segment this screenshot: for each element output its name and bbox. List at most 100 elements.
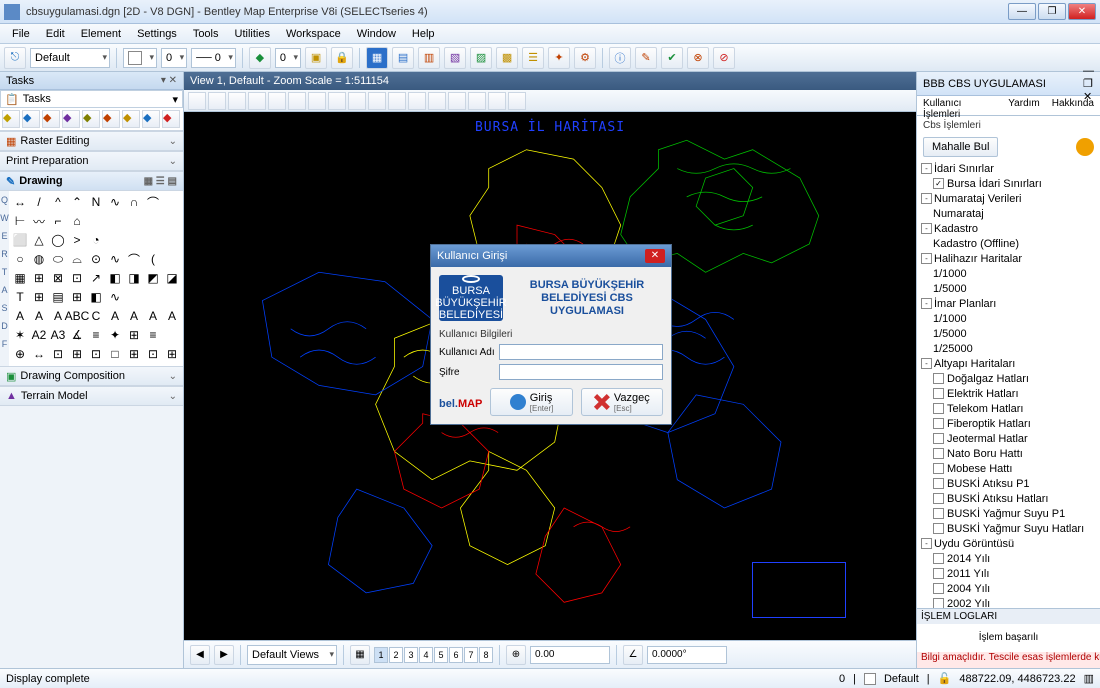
tree-node[interactable]: Elektrik Hatları	[917, 386, 1100, 401]
drawing-tool[interactable]: ↗	[87, 269, 105, 287]
tree-node[interactable]: Kadastro (Offline)	[917, 236, 1100, 251]
tree-expander[interactable]: -	[921, 163, 932, 174]
tree-node[interactable]: 1/1000	[917, 266, 1100, 281]
drawing-tool[interactable]: ⊡	[49, 345, 67, 363]
drawing-tool[interactable]: ⊢	[11, 212, 29, 230]
tree-expander[interactable]: -	[921, 223, 932, 234]
view-tool[interactable]	[368, 92, 386, 110]
drawing-tool[interactable]	[144, 288, 162, 306]
tree-node[interactable]: -Numarataj Verileri	[917, 191, 1100, 206]
tree-expander[interactable]: -	[921, 298, 932, 309]
tool-button[interactable]: ✔	[661, 47, 683, 69]
drawing-tool[interactable]	[144, 231, 162, 249]
coord-icon[interactable]: ⊕	[506, 645, 526, 665]
section-terrain[interactable]: ▲Terrain Model⌄	[0, 386, 183, 406]
menu-element[interactable]: Element	[73, 26, 129, 42]
tree-checkbox[interactable]	[933, 403, 944, 414]
tree-node[interactable]: BUSKİ Atıksu Hatları	[917, 491, 1100, 506]
dialog-titlebar[interactable]: Kullanıcı Girişi ✕	[431, 245, 671, 267]
tool-button[interactable]: ⊘	[713, 47, 735, 69]
section-drawing[interactable]: ✎Drawing▦ ☰ ▤	[0, 171, 183, 191]
cbs-tab[interactable]: Hakkında	[1046, 96, 1100, 115]
section-raster[interactable]: ▦Raster Editing⌄	[0, 131, 183, 151]
tree-checkbox[interactable]	[933, 598, 944, 608]
tool-button[interactable]: ✦	[548, 47, 570, 69]
drawing-tool[interactable]: ⊡	[87, 345, 105, 363]
tool-button[interactable]: ⚙	[574, 47, 596, 69]
minimize-button[interactable]: —	[1008, 3, 1036, 20]
panel-max-button[interactable]: ❐	[1083, 77, 1094, 90]
view-number-6[interactable]: 6	[449, 647, 463, 663]
drawing-tool[interactable]: ∿	[106, 193, 124, 211]
tree-node[interactable]: -Uydu Görüntüsü	[917, 536, 1100, 551]
drawing-tool[interactable]: ▦	[11, 269, 29, 287]
drawing-tool[interactable]: ⌓	[68, 250, 86, 268]
view-tool[interactable]	[248, 92, 266, 110]
drawing-tool[interactable]: ◯	[49, 231, 67, 249]
drawing-tool[interactable]: ⊞	[125, 345, 143, 363]
tree-node[interactable]: Doğalgaz Hatları	[917, 371, 1100, 386]
drawing-tool[interactable]: ↔	[30, 345, 48, 363]
tree-node[interactable]: 2014 Yılı	[917, 551, 1100, 566]
task-icon[interactable]: ◆	[82, 110, 100, 128]
tool-button[interactable]: ☰	[522, 47, 544, 69]
tree-node[interactable]: Telekom Hatları	[917, 401, 1100, 416]
drawing-tool[interactable]: T	[11, 288, 29, 306]
tool-button[interactable]: ⊗	[687, 47, 709, 69]
drawing-tool[interactable]: A	[11, 307, 29, 325]
lock-icon[interactable]: 🔓	[938, 672, 952, 685]
tree-checkbox[interactable]: ✓	[933, 178, 944, 189]
menu-help[interactable]: Help	[404, 26, 443, 42]
tree-checkbox[interactable]	[933, 568, 944, 579]
tree-node[interactable]: 1/25000	[917, 341, 1100, 356]
drawing-tool[interactable]: N	[87, 193, 105, 211]
viewset-select[interactable]: Default Views	[247, 645, 337, 665]
tree-checkbox[interactable]	[933, 463, 944, 474]
menu-workspace[interactable]: Workspace	[278, 26, 349, 42]
menu-settings[interactable]: Settings	[129, 26, 185, 42]
drawing-tool[interactable]: A	[106, 307, 124, 325]
task-icon[interactable]: ◆	[122, 110, 140, 128]
tool-button[interactable]: ▩	[496, 47, 518, 69]
tree-node[interactable]: Nato Boru Hattı	[917, 446, 1100, 461]
panel-close-icon[interactable]: ▾ ✕	[161, 75, 177, 86]
drawing-tool[interactable]: ⊞	[163, 345, 181, 363]
drawing-tool[interactable]: ▤	[49, 288, 67, 306]
drawing-tool[interactable]	[163, 231, 181, 249]
drawing-tool[interactable]: ⊡	[144, 345, 162, 363]
drawing-tool[interactable]: ABC	[68, 307, 86, 325]
view-number-7[interactable]: 7	[464, 647, 478, 663]
view-tool[interactable]	[388, 92, 406, 110]
tool-button[interactable]: ⎋	[4, 47, 26, 69]
tree-node[interactable]: Fiberoptik Hatları	[917, 416, 1100, 431]
tree-node[interactable]: 2004 Yılı	[917, 581, 1100, 596]
tree-checkbox[interactable]	[933, 493, 944, 504]
cbs-tab[interactable]: Yardım	[1002, 96, 1046, 115]
task-icon[interactable]: ◆	[22, 110, 40, 128]
drawing-tool[interactable]: ⬜	[11, 231, 29, 249]
view-tool[interactable]	[268, 92, 286, 110]
drawing-tool[interactable]: ⊞	[30, 288, 48, 306]
tree-node[interactable]: Mobese Hattı	[917, 461, 1100, 476]
tree-node[interactable]: 2011 Yılı	[917, 566, 1100, 581]
view-tool[interactable]	[428, 92, 446, 110]
coord-x-field[interactable]: 0.00	[530, 646, 610, 664]
drawing-tool[interactable]: ≡	[144, 326, 162, 344]
panel-min-button[interactable]: —	[1083, 65, 1094, 77]
lineweight-select[interactable]: 0	[161, 48, 187, 68]
task-icon[interactable]: ◆	[2, 110, 20, 128]
status-color-swatch[interactable]	[864, 673, 876, 685]
mahalle-bul-button[interactable]: Mahalle Bul	[923, 137, 998, 157]
view-tool[interactable]	[408, 92, 426, 110]
tree-node[interactable]: ✓Bursa İdari Sınırları	[917, 176, 1100, 191]
drawing-tool[interactable]: >	[68, 231, 86, 249]
tree-checkbox[interactable]	[933, 553, 944, 564]
drawing-tool[interactable]: ◔	[87, 231, 105, 249]
tree-node[interactable]: 2002 Yılı	[917, 596, 1100, 608]
tree-checkbox[interactable]	[933, 523, 944, 534]
tree-checkbox[interactable]	[933, 508, 944, 519]
drawing-tool[interactable]: ○	[11, 250, 29, 268]
login-ok-button[interactable]: Giriş[Enter]	[490, 388, 572, 416]
tool-button[interactable]: ▨	[470, 47, 492, 69]
tree-node[interactable]: 1/1000	[917, 311, 1100, 326]
